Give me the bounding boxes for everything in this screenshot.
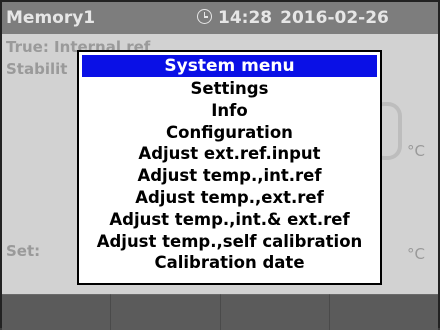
system-menu-list: Settings Info Configuration Adjust ext.r…: [79, 78, 380, 274]
menu-item-calibration-date[interactable]: Calibration date: [79, 252, 380, 274]
instrument-screen: Memory1 14:28 2016-02-26 True: Internal r…: [0, 0, 440, 330]
menu-item-adjust-temp-int-ext-ref[interactable]: Adjust temp.,int.& ext.ref: [79, 209, 380, 231]
stability-label: Stabilit: [6, 60, 68, 78]
softkey-1[interactable]: [2, 294, 112, 330]
unit-lower: °C: [407, 245, 425, 263]
menu-item-settings[interactable]: Settings: [79, 78, 380, 100]
menu-item-adjust-ext-ref-input[interactable]: Adjust ext.ref.input: [79, 143, 380, 165]
menu-item-adjust-temp-self-calibration[interactable]: Adjust temp.,self calibration: [79, 231, 380, 253]
menu-item-adjust-temp-ext-ref[interactable]: Adjust temp.,ext.ref: [79, 187, 380, 209]
time-readout: 14:28: [218, 8, 273, 28]
unit-upper: °C: [407, 142, 425, 160]
system-menu-title: System menu: [82, 55, 377, 77]
softkey-bar: [2, 294, 438, 330]
system-menu-dialog: System menu Settings Info Configuration …: [77, 50, 382, 285]
softkey-2[interactable]: [111, 294, 221, 330]
clock-icon: [197, 9, 212, 24]
menu-item-adjust-temp-int-ref[interactable]: Adjust temp.,int.ref: [79, 165, 380, 187]
softkey-4[interactable]: [329, 294, 438, 330]
clock-group: 14:28 2016-02-26: [197, 8, 389, 28]
set-label: Set:: [6, 242, 41, 260]
status-header: Memory1 14:28 2016-02-26: [2, 2, 438, 34]
memory-title: Memory1: [6, 8, 96, 28]
date-readout: 2016-02-26: [280, 8, 389, 28]
softkey-3[interactable]: [220, 294, 330, 330]
menu-item-info[interactable]: Info: [79, 100, 380, 122]
menu-item-configuration[interactable]: Configuration: [79, 122, 380, 144]
